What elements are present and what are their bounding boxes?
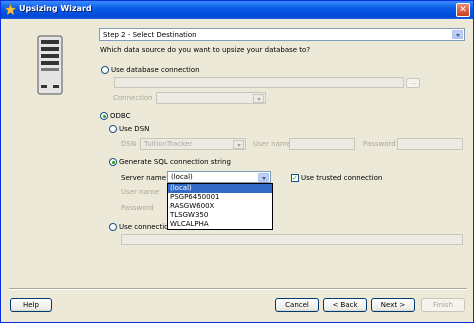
- chevron-down-icon[interactable]: [258, 173, 269, 182]
- back-button[interactable]: < Back: [323, 298, 367, 312]
- trusted-connection-checkbox[interactable]: ✓: [291, 174, 299, 182]
- help-button[interactable]: Help: [10, 298, 52, 312]
- server-option[interactable]: WLCALPHA: [168, 220, 272, 229]
- cancel-button[interactable]: Cancel: [275, 298, 319, 312]
- server-option[interactable]: PSGP6450001: [168, 193, 272, 202]
- server-option[interactable]: RASGW600X: [168, 202, 272, 211]
- server-name-dropdown-list[interactable]: (local) PSGP6450001 RASGW600X TLSGW350 W…: [167, 183, 273, 230]
- dsn-password-label: Password: [363, 140, 396, 148]
- server-name-value: (local): [171, 173, 193, 181]
- connection-label: Connection: [113, 94, 153, 102]
- odbc-label: ODBC: [110, 112, 131, 120]
- chevron-down-icon: [253, 94, 264, 103]
- connection-string-input: [121, 234, 463, 245]
- generate-user-name-label: User name: [121, 188, 160, 196]
- close-button[interactable]: ✕: [456, 3, 470, 17]
- server-option[interactable]: TLSGW350: [168, 211, 272, 220]
- question-text: Which data source do you want to upsize …: [100, 46, 311, 54]
- checkmark-icon: ✓: [292, 174, 298, 182]
- generate-connection-radio[interactable]: [109, 158, 117, 166]
- dsn-label: DSN: [121, 140, 137, 148]
- server-name-combobox[interactable]: (local): [167, 171, 271, 183]
- dsn-dropdown: TuitionTracker: [140, 138, 246, 150]
- divider: [9, 288, 467, 290]
- chevron-down-icon: [233, 140, 244, 149]
- chevron-down-icon[interactable]: [452, 30, 463, 39]
- database-connection-radio[interactable]: [101, 66, 109, 74]
- dsn-user-name-label: User name: [253, 140, 292, 148]
- dsn-value: TuitionTracker: [144, 140, 193, 148]
- connection-dropdown: [156, 92, 266, 104]
- wizard-wand-icon: [5, 4, 16, 15]
- use-dsn-radio[interactable]: [109, 125, 117, 133]
- close-icon: ✕: [459, 5, 467, 15]
- browse-button: ...: [406, 78, 420, 88]
- window-title: Upsizing Wizard: [19, 4, 92, 13]
- connection-string-radio[interactable]: [109, 223, 117, 231]
- trusted-connection-label: Use trusted connection: [301, 174, 383, 182]
- database-connection-label: Use database connection: [111, 66, 200, 74]
- server-option[interactable]: (local): [168, 184, 272, 193]
- step-dropdown[interactable]: Step 2 - Select Destination: [99, 28, 465, 41]
- server-icon: [37, 35, 63, 95]
- dsn-password-input: [397, 138, 463, 150]
- generate-connection-label: Generate SQL connection string: [119, 158, 231, 166]
- upsizing-wizard-window: Upsizing Wizard ✕ Step 2 - Select Destin…: [0, 0, 474, 323]
- dsn-user-name-input: [289, 138, 355, 150]
- step-dropdown-value: Step 2 - Select Destination: [103, 31, 197, 39]
- use-dsn-label: Use DSN: [119, 125, 150, 133]
- finish-button: Finish: [421, 298, 465, 312]
- odbc-radio[interactable]: [100, 112, 108, 120]
- server-name-label: Server name: [121, 174, 167, 182]
- next-button[interactable]: Next >: [371, 298, 415, 312]
- browse-button-label: ...: [409, 78, 417, 86]
- generate-password-label: Password: [121, 204, 154, 212]
- title-bar[interactable]: Upsizing Wizard ✕: [1, 1, 473, 19]
- database-connection-input: [114, 77, 404, 88]
